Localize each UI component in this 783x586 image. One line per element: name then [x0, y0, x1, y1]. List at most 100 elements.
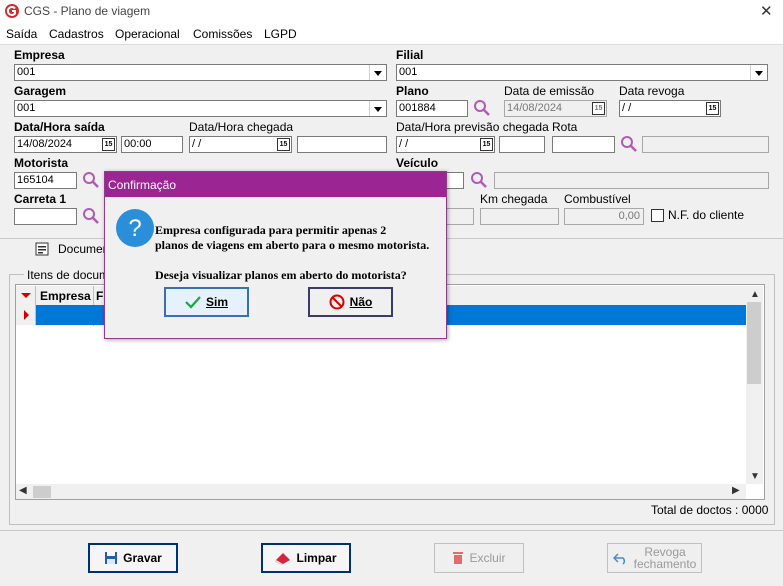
nf-cliente-checkbox[interactable] [651, 209, 664, 222]
nf-cliente-label: N.F. do cliente [668, 208, 745, 222]
calendar-icon[interactable]: 15 [480, 138, 493, 151]
confirmation-dialog: Confirmação ? Empresa configurada para p… [104, 171, 447, 339]
hscroll-thumb[interactable] [33, 486, 51, 498]
eraser-icon [276, 553, 291, 565]
calendar-icon[interactable]: 15 [706, 102, 719, 115]
data-chegada-input[interactable]: / /15 [189, 136, 292, 153]
combustivel-input: 0,00 [564, 208, 644, 225]
data-previsao-input[interactable]: / /15 [396, 136, 495, 153]
dialog-question: Deseja visualizar planos em aberto do mo… [155, 268, 407, 282]
chevron-down-icon[interactable] [750, 65, 767, 80]
garagem-select[interactable]: 001 [14, 100, 387, 117]
scroll-right-icon[interactable]: ▶ [732, 485, 740, 496]
revoga-label-group: Revoga fechamento [634, 546, 697, 570]
scroll-up-icon[interactable]: ▲ [750, 289, 760, 300]
excluir-button[interactable]: Excluir [434, 543, 524, 573]
rota-label: Rota [552, 120, 578, 134]
chevron-down-icon[interactable] [369, 101, 386, 116]
nao-label: Não [349, 295, 373, 309]
search-icon[interactable] [82, 207, 100, 225]
dialog-title-bar: Confirmação [105, 172, 446, 197]
svg-text:?: ? [128, 215, 141, 242]
limpar-button[interactable]: Limpar [261, 543, 351, 573]
nao-button[interactable]: Não [308, 287, 393, 317]
scroll-down-icon[interactable]: ▼ [750, 471, 760, 482]
empresa-label: Empresa [14, 48, 65, 62]
row-pointer-icon [24, 310, 29, 320]
total-docs: Total de doctos : 0000 [651, 503, 769, 517]
veiculo-label: Veículo [396, 156, 439, 170]
horizontal-scrollbar[interactable] [16, 484, 746, 499]
cancel-icon [329, 294, 345, 310]
carreta-label: Carreta 1 [14, 192, 67, 206]
data-chegada-label: Data/Hora chegada [189, 120, 294, 134]
documents-tab-icon [35, 242, 49, 256]
trash-icon [453, 552, 464, 564]
plano-input[interactable]: 001884 [396, 100, 468, 117]
gravar-label: Gravar [123, 551, 162, 565]
close-icon[interactable]: ✕ [760, 2, 773, 20]
data-saida-label: Data/Hora saída [14, 120, 105, 134]
km-chegada-input [480, 208, 559, 225]
scrollbar-thumb[interactable] [747, 302, 761, 384]
revoga-fechamento-button[interactable]: Revoga fechamento [607, 543, 702, 573]
calendar-icon[interactable]: 15 [102, 138, 115, 151]
hora-previsao-input[interactable] [499, 136, 545, 153]
row-indicator-header [16, 286, 36, 305]
motorista-label: Motorista [14, 156, 68, 170]
motorista-input[interactable]: 165104 [14, 172, 77, 189]
search-icon[interactable] [82, 171, 100, 189]
footer-divider [0, 530, 783, 531]
data-revoga-label: Data revoga [619, 84, 685, 98]
sim-button[interactable]: Sim [164, 287, 249, 317]
question-icon: ? [116, 209, 154, 247]
sim-label: Sim [205, 295, 228, 309]
chevron-down-icon[interactable] [369, 65, 386, 80]
data-previsao-label: Data/Hora previsão chegada [396, 120, 549, 134]
carreta-input[interactable] [14, 208, 77, 225]
menu-operacional[interactable]: Operacional [115, 27, 180, 41]
data-revoga-input[interactable]: / /15 [619, 100, 721, 117]
rota-descricao [642, 136, 769, 153]
data-emissao-label: Data de emissão [504, 84, 595, 98]
veiculo-descricao [494, 172, 769, 189]
window-title: CGS - Plano de viagem [24, 4, 151, 18]
dialog-message-line1: Empresa configurada para permitir apenas… [155, 223, 387, 237]
menu-lgpd[interactable]: LGPD [264, 27, 297, 41]
revoga-label-line2: fechamento [633, 557, 697, 571]
gravar-button[interactable]: Gravar [88, 543, 178, 573]
plano-label: Plano [396, 84, 429, 98]
dialog-title: Confirmação [108, 178, 177, 192]
data-emissao-input: 14/08/2024 15 [504, 100, 607, 117]
filial-label: Filial [396, 48, 424, 62]
data-saida-input[interactable]: 14/08/2024 15 [14, 136, 117, 153]
calendar-icon[interactable]: 15 [592, 102, 605, 115]
combustivel-label: Combustível [564, 192, 631, 206]
menu-comissoes[interactable]: Comissões [193, 27, 252, 41]
search-icon[interactable] [473, 99, 491, 117]
column-empresa[interactable]: Empresa [40, 289, 91, 303]
hora-saida-input[interactable]: 00:00 [121, 136, 183, 153]
excluir-label: Excluir [469, 551, 506, 565]
sort-down-icon [21, 293, 31, 298]
search-icon[interactable] [620, 135, 638, 153]
filial-select[interactable]: 001 [396, 64, 768, 81]
column-f[interactable]: F [96, 289, 103, 303]
limpar-label: Limpar [296, 551, 337, 565]
rota-input[interactable] [552, 136, 615, 153]
garagem-label: Garagem [14, 84, 67, 98]
calendar-icon[interactable]: 15 [277, 138, 290, 151]
dialog-message-line2: planos de viagens em aberto para o mesmo… [155, 238, 430, 252]
scroll-left-icon[interactable]: ◀ [19, 485, 27, 496]
app-logo-icon [5, 4, 19, 18]
save-icon [105, 552, 118, 564]
search-icon[interactable] [470, 171, 488, 189]
tab-documentos[interactable]: Documen [58, 242, 109, 256]
row-indicator [16, 305, 36, 325]
hora-chegada-input[interactable] [297, 136, 387, 153]
km-chegada-label: Km chegada [480, 192, 548, 206]
check-icon [185, 296, 201, 309]
empresa-select[interactable]: 001 [14, 64, 387, 81]
menu-saida[interactable]: Saída [6, 27, 37, 41]
menu-cadastros[interactable]: Cadastros [49, 27, 104, 41]
